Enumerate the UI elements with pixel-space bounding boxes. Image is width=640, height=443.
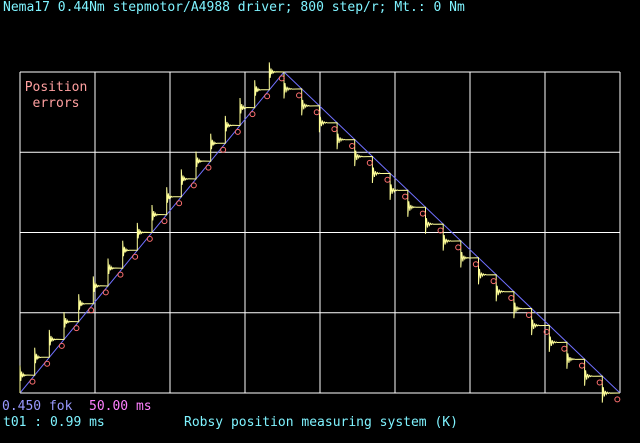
error-markers bbox=[29, 75, 621, 403]
error-marker bbox=[249, 111, 256, 118]
error-marker bbox=[205, 164, 212, 171]
error-marker bbox=[132, 253, 139, 260]
cursor-time-readout: t01 : 0.99 ms bbox=[3, 415, 105, 430]
error-marker bbox=[73, 325, 80, 332]
error-marker bbox=[88, 307, 95, 314]
position-label-line2: errors bbox=[32, 96, 80, 111]
error-marker bbox=[234, 128, 241, 135]
error-marker bbox=[220, 146, 227, 153]
system-name: Robsy position measuring system (K) bbox=[184, 415, 458, 430]
error-marker bbox=[190, 182, 197, 189]
error-marker bbox=[117, 271, 124, 278]
error-marker bbox=[455, 244, 462, 251]
error-marker bbox=[490, 278, 497, 285]
error-marker bbox=[349, 142, 356, 149]
scale-readout: 0.450 fok bbox=[2, 399, 73, 414]
error-marker bbox=[176, 200, 183, 207]
error-marker bbox=[29, 378, 36, 385]
error-marker bbox=[264, 93, 271, 100]
error-marker bbox=[508, 295, 515, 302]
error-marker bbox=[102, 289, 109, 296]
oscilloscope-plot bbox=[19, 62, 621, 403]
error-marker bbox=[146, 235, 153, 242]
position-errors-label: Position errors bbox=[22, 80, 90, 112]
error-marker bbox=[331, 126, 338, 133]
error-marker bbox=[296, 92, 303, 99]
error-marker bbox=[419, 210, 426, 217]
error-marker bbox=[561, 345, 568, 352]
error-marker bbox=[402, 193, 409, 200]
error-marker bbox=[161, 218, 168, 225]
position-label-line1: Position bbox=[24, 80, 88, 95]
error-marker bbox=[313, 109, 320, 116]
error-marker bbox=[596, 379, 603, 386]
error-marker bbox=[58, 342, 65, 349]
error-marker bbox=[614, 396, 621, 403]
error-marker bbox=[578, 362, 585, 369]
timebase-readout: 50.00 ms bbox=[89, 399, 152, 414]
error-marker bbox=[366, 159, 373, 166]
error-marker bbox=[472, 261, 479, 268]
error-marker bbox=[384, 176, 391, 183]
window-title: Nema17 0.44Nm stepmotor/A4988 driver; 80… bbox=[3, 0, 465, 15]
error-marker bbox=[44, 360, 51, 367]
